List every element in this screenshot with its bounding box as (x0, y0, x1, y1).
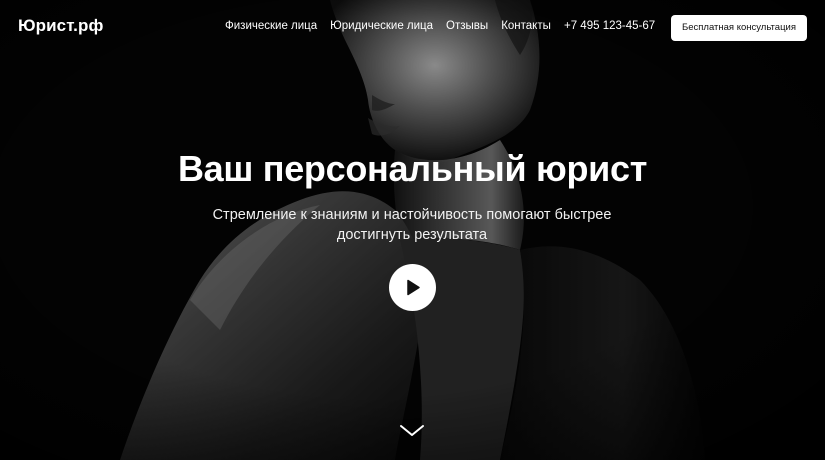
nav-item-reviews[interactable]: Отзывы (446, 20, 488, 32)
nav-item-legal-entities[interactable]: Юридические лица (330, 20, 433, 32)
hero-title: Ваш персональный юрист (177, 148, 648, 189)
play-icon (407, 279, 420, 296)
play-video-button[interactable] (389, 264, 436, 311)
site-header: Юрист.рф Физические лица Юридические лиц… (0, 0, 825, 56)
main-nav: Физические лица Юридические лица Отзывы … (225, 20, 551, 32)
nav-item-contacts[interactable]: Контакты (501, 20, 551, 32)
free-consultation-button[interactable]: Бесплатная консультация (671, 15, 807, 41)
chevron-down-icon[interactable] (399, 423, 425, 439)
hero-subtitle: Стремление к знаниям и настойчивость пом… (212, 207, 612, 243)
phone-link[interactable]: +7 495 123-45-67 (564, 20, 655, 32)
site-logo[interactable]: Юрист.рф (18, 16, 103, 36)
nav-item-individuals[interactable]: Физические лица (225, 20, 317, 32)
